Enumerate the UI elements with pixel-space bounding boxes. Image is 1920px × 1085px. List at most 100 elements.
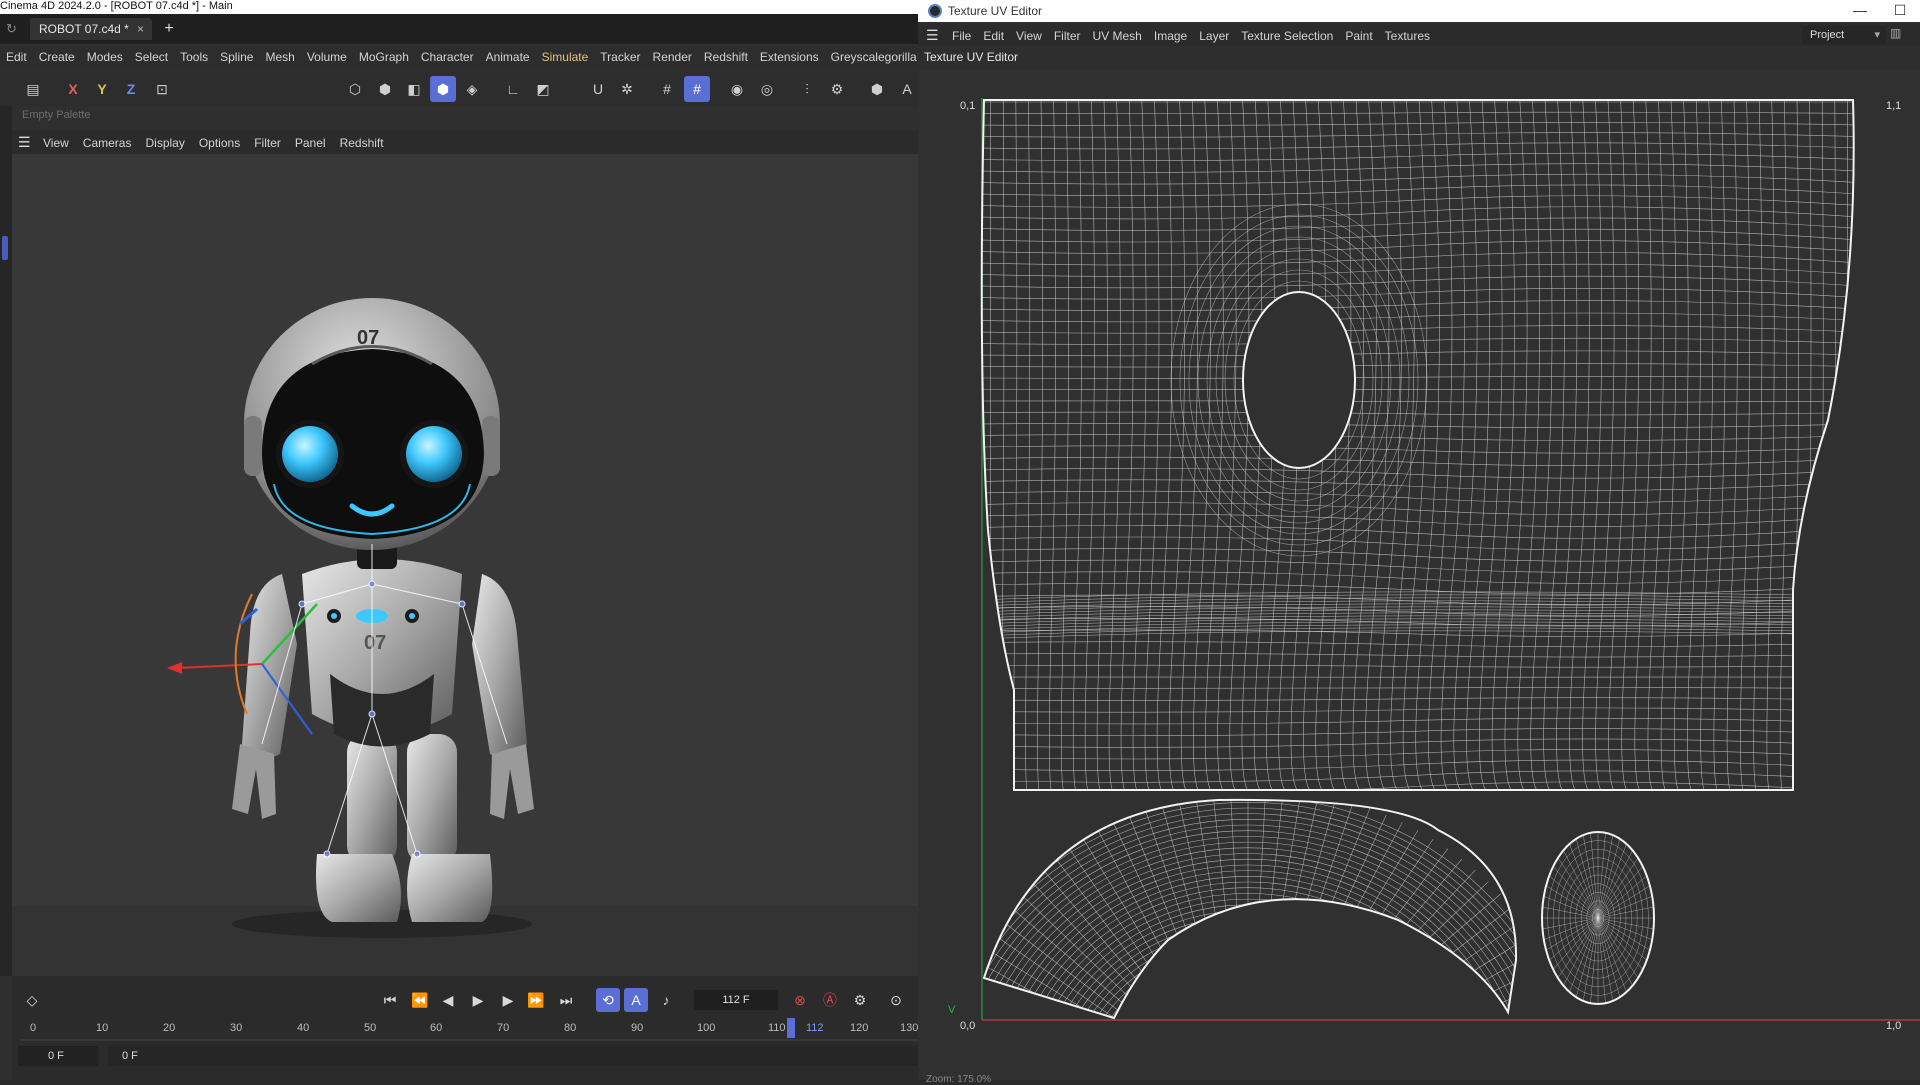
- maximize-icon[interactable]: ☐: [1880, 0, 1920, 22]
- hamburger-icon[interactable]: ☰: [926, 24, 946, 46]
- points-mode-icon[interactable]: ⬡: [342, 76, 368, 102]
- current-frame-field[interactable]: 112 F: [694, 990, 778, 1010]
- viewport-menu-display[interactable]: Display: [138, 131, 191, 155]
- render-settings-icon[interactable]: ⚙: [824, 76, 850, 102]
- uv-menu-texture-selection[interactable]: Texture Selection: [1235, 25, 1339, 47]
- autokey-record-icon[interactable]: Ⓐ: [818, 988, 842, 1012]
- model-mode-icon[interactable]: ⬢: [430, 76, 456, 102]
- uv-canvas[interactable]: 0,1 1,1 0,0 1,0 V: [918, 70, 1920, 1080]
- uv-menu-textures[interactable]: Textures: [1379, 25, 1436, 47]
- coordinate-system-icon[interactable]: ⊡: [149, 76, 175, 102]
- uv-island-arc[interactable]: [918, 787, 1588, 1070]
- magnet-snap-icon[interactable]: U: [585, 76, 611, 102]
- prev-frame-icon[interactable]: ◀: [436, 988, 460, 1012]
- menu-simulate[interactable]: Simulate: [536, 46, 595, 68]
- uv-island-disc[interactable]: [1538, 828, 1658, 1008]
- tick-label: 50: [364, 1022, 377, 1034]
- transform-gizmo[interactable]: [167, 593, 318, 735]
- timeline-options-icon[interactable]: ⊙: [884, 988, 908, 1012]
- back-icon[interactable]: ↻: [6, 21, 22, 37]
- keyframe-diamond-icon[interactable]: ◇: [20, 988, 44, 1012]
- sound-icon[interactable]: ♪: [654, 988, 678, 1012]
- timeline-ruler[interactable]: 0 10 20 30 40 50 60 70 80 90 100 110 112…: [20, 1018, 918, 1044]
- viewport-solo-icon[interactable]: ⫶: [794, 76, 820, 102]
- goto-start-icon[interactable]: ⏮: [378, 988, 402, 1012]
- menu-mograph[interactable]: MoGraph: [353, 46, 415, 68]
- playback-rate-icon[interactable]: A: [624, 988, 648, 1012]
- loop-icon[interactable]: ⟲: [596, 988, 620, 1012]
- record-icon[interactable]: ⊗: [788, 988, 812, 1012]
- y-axis-lock-button[interactable]: Y: [89, 76, 115, 102]
- new-tab-icon[interactable]: +: [160, 20, 178, 38]
- menu-create[interactable]: Create: [33, 46, 81, 68]
- stats-icon[interactable]: ▥: [1890, 26, 1904, 44]
- menu-tools[interactable]: Tools: [174, 46, 214, 68]
- render-region-icon[interactable]: ◉: [724, 76, 750, 102]
- uv-menu-edit[interactable]: Edit: [977, 25, 1010, 47]
- menu-modes[interactable]: Modes: [81, 46, 129, 68]
- polygons-mode-icon[interactable]: ◧: [401, 76, 427, 102]
- menu-greyscalegorilla[interactable]: Greyscalegorilla: [825, 46, 918, 68]
- snap-settings-icon[interactable]: ✲: [614, 76, 640, 102]
- empty-palette: Empty Palette: [22, 109, 91, 121]
- timeline-start-field[interactable]: 0 F: [18, 1046, 98, 1066]
- viewport-menu-panel[interactable]: Panel: [288, 131, 333, 155]
- z-axis-lock-button[interactable]: Z: [118, 76, 144, 102]
- minimize-icon[interactable]: —: [1840, 0, 1880, 22]
- menu-volume[interactable]: Volume: [301, 46, 353, 68]
- timeline-playhead[interactable]: [787, 1018, 795, 1038]
- viewport-menu-filter[interactable]: Filter: [247, 131, 288, 155]
- document-tab[interactable]: ROBOT 07.c4d * ×: [30, 18, 152, 40]
- menu-select[interactable]: Select: [129, 46, 174, 68]
- x-axis-lock-button[interactable]: X: [60, 76, 86, 102]
- prev-key-icon[interactable]: ⏪: [408, 988, 432, 1012]
- redshift-icon[interactable]: ⬢: [864, 76, 890, 102]
- uv-menu-file[interactable]: File: [946, 25, 977, 47]
- uv-corner-top-left: 0,1: [960, 100, 976, 112]
- close-tab-icon[interactable]: ×: [137, 18, 144, 40]
- key-settings-icon[interactable]: ⚙: [848, 988, 872, 1012]
- edges-mode-icon[interactable]: ⬢: [372, 76, 398, 102]
- uv-menu-view[interactable]: View: [1010, 25, 1048, 47]
- timeline-end-field[interactable]: 0 F: [108, 1046, 918, 1066]
- next-key-icon[interactable]: ⏩: [524, 988, 548, 1012]
- menu-extensions[interactable]: Extensions: [754, 46, 825, 68]
- viewport-menu-options[interactable]: Options: [192, 131, 247, 155]
- viewport-menu-cameras[interactable]: Cameras: [76, 131, 139, 155]
- workplane-snap-icon[interactable]: #: [684, 76, 710, 102]
- active-tool-marker[interactable]: [2, 236, 8, 260]
- render-view-icon[interactable]: ◎: [754, 76, 780, 102]
- object-mode-icon[interactable]: ◈: [459, 76, 485, 102]
- uv-menu-layer[interactable]: Layer: [1193, 25, 1235, 47]
- viewport-menu-view[interactable]: View: [36, 131, 76, 155]
- menu-animate[interactable]: Animate: [480, 46, 536, 68]
- menu-render[interactable]: Render: [647, 46, 698, 68]
- uv-menu-filter[interactable]: Filter: [1048, 25, 1087, 47]
- uv-island-body[interactable]: [978, 100, 1860, 794]
- uv-menu-paint[interactable]: Paint: [1339, 25, 1378, 47]
- menu-tracker[interactable]: Tracker: [594, 46, 646, 68]
- uv-menu-image[interactable]: Image: [1148, 25, 1193, 47]
- uv-mesh-view[interactable]: [918, 70, 1920, 1070]
- texture-mode-icon[interactable]: ◩: [530, 76, 556, 102]
- hamburger-icon[interactable]: ☰: [18, 130, 36, 154]
- axis-mode-icon[interactable]: ∟: [500, 76, 526, 102]
- menu-redshift[interactable]: Redshift: [698, 46, 754, 68]
- project-dropdown[interactable]: Project ▾: [1802, 26, 1886, 44]
- 3d-viewport[interactable]: 07 07: [12, 154, 918, 976]
- autokey-icon[interactable]: A: [894, 76, 920, 102]
- menu-edit[interactable]: Edit: [0, 46, 33, 68]
- main-menu-bar: Edit Create Modes Select Tools Spline Mesh Volu…: [0, 46, 918, 68]
- goto-end-icon[interactable]: ⏭: [554, 988, 578, 1012]
- menu-character[interactable]: Character: [415, 46, 480, 68]
- menu-mesh[interactable]: Mesh: [259, 46, 300, 68]
- uv-menu-uv-mesh[interactable]: UV Mesh: [1087, 25, 1148, 47]
- tick-label: 20: [163, 1022, 176, 1034]
- menu-spline[interactable]: Spline: [214, 46, 259, 68]
- play-icon[interactable]: ▶: [466, 988, 490, 1012]
- undo-panel-icon[interactable]: ▤: [20, 76, 46, 102]
- viewport-menu-redshift[interactable]: Redshift: [333, 131, 391, 155]
- tick-label: 130: [900, 1022, 919, 1034]
- next-frame-icon[interactable]: ▶: [496, 988, 520, 1012]
- grid-snap-icon[interactable]: #: [654, 76, 680, 102]
